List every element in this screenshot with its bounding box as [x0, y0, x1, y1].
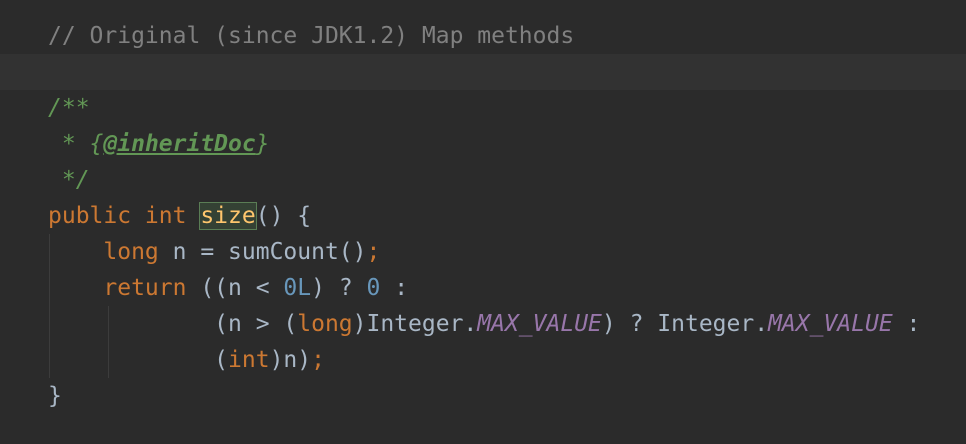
code-token: )n) [269, 347, 312, 373]
code-token: () { [255, 203, 312, 229]
code-token: ; [366, 239, 381, 265]
code-token: ( [48, 347, 229, 373]
code-token: 0L [283, 275, 312, 301]
code-token: 0 [366, 275, 381, 301]
line-text: long n = sumCount(); [48, 234, 380, 270]
code-line[interactable]: /** [0, 90, 966, 126]
code-line[interactable]: long n = sumCount(); [0, 234, 966, 270]
code-line[interactable]: * {@inheritDoc} [0, 126, 966, 162]
code-line[interactable]: return ((n < 0L) ? 0 : [0, 270, 966, 306]
code-token: /** [48, 95, 90, 121]
code-token: } [255, 131, 270, 157]
code-token: @inheritDoc [103, 131, 256, 157]
code-token: } [48, 383, 62, 409]
code-token: MAX_VALUE [477, 311, 602, 337]
code-token: : [892, 311, 921, 337]
line-text: */ [48, 162, 90, 198]
code-token: : [380, 275, 409, 301]
code-token: return [103, 275, 201, 301]
current-line[interactable] [0, 54, 966, 90]
code-token: * [48, 131, 90, 157]
line-text: } [48, 378, 62, 414]
code-token: { [89, 131, 104, 157]
code-line[interactable]: } [0, 378, 966, 414]
code-token: n = sumCount() [172, 239, 367, 265]
code-token: // Original (since JDK1.2) Map methods [48, 23, 575, 49]
line-text: public int size() { [48, 198, 311, 234]
code-token: public int [48, 203, 201, 229]
code-line[interactable]: (n > (long)Integer.MAX_VALUE) ? Integer.… [0, 306, 966, 342]
code-line[interactable]: // Original (since JDK1.2) Map methods [0, 18, 966, 54]
code-token: int [228, 347, 270, 373]
line-text: return ((n < 0L) ? 0 : [48, 270, 408, 306]
code-token: )Integer. [352, 311, 478, 337]
line-text: (int)n); [48, 342, 325, 378]
code-token: ) ? [311, 275, 367, 301]
code-token: long [297, 311, 353, 337]
code-token: (n > ( [48, 311, 298, 337]
code-token: ) ? Integer. [601, 311, 769, 337]
line-text: // Original (since JDK1.2) Map methods [48, 18, 574, 54]
code-token: */ [48, 167, 90, 193]
line-text: /** [48, 90, 90, 126]
line-text: (n > (long)Integer.MAX_VALUE) ? Integer.… [48, 306, 920, 342]
code-editor[interactable]: // Original (since JDK1.2) Map methods /*… [0, 0, 966, 444]
code-token: MAX_VALUE [768, 311, 893, 337]
code-line[interactable]: (int)n); [0, 342, 966, 378]
code-token: ; [311, 347, 325, 373]
code-line[interactable]: */ [0, 162, 966, 198]
code-line[interactable]: public int size() { [0, 198, 966, 234]
highlighted-method-name: size [199, 202, 257, 230]
code-token: long [103, 239, 173, 265]
code-token: ((n < [200, 275, 284, 301]
line-text: * {@inheritDoc} [48, 126, 270, 162]
